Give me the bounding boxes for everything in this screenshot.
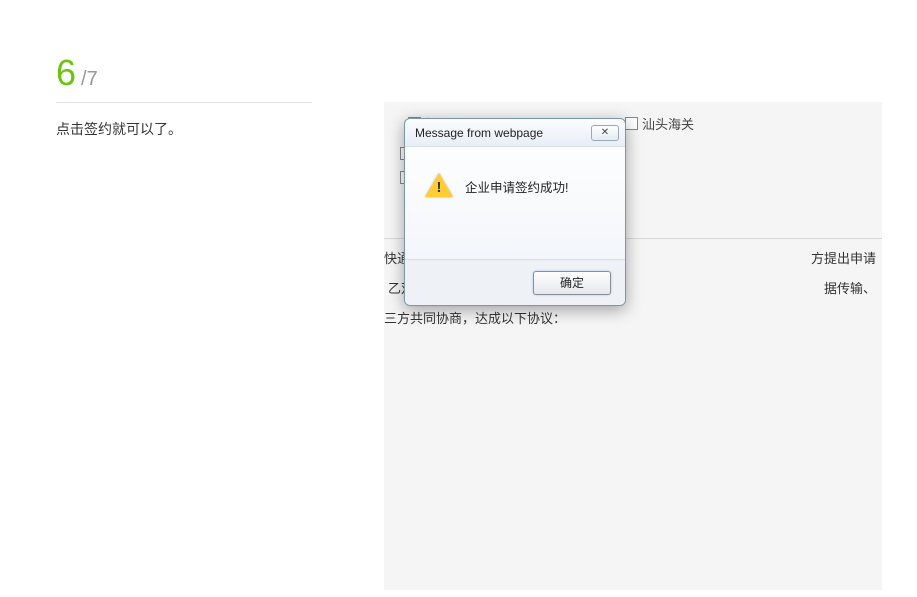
close-icon: ✕ [601,127,609,138]
ok-button[interactable]: 确定 [533,271,611,295]
bg-text-line3: 三方共同协商，达成以下协议： [384,308,566,327]
step-total-number: /7 [81,68,98,91]
bg-text-line1-right: 方提出申请 [811,248,876,267]
close-button[interactable]: ✕ [591,125,619,141]
step-caption: 点击签约就可以了。 [56,119,312,139]
dialog-titlebar[interactable]: Message from webpage ✕ [405,119,625,147]
embedded-screenshot: 拱北丝印 汕头海关 成 山 快通关 方提出申请 乙双方 据传输、 三方共同协商，… [384,102,882,590]
checkbox-item-2[interactable]: 汕头海关 [617,114,694,133]
dialog-title: Message from webpage [415,126,543,140]
bg-text-line2-right: 据传输、 [824,278,876,297]
step-panel: 6 /7 点击签约就可以了。 [56,52,312,139]
dialog-body: 企业申请签约成功! [405,147,625,209]
message-dialog: Message from webpage ✕ 企业申请签约成功! 确定 [404,118,626,306]
warning-icon [425,173,453,199]
checkbox-label: 汕头海关 [642,114,694,133]
dialog-message: 企业申请签约成功! [465,177,568,196]
dialog-footer: 确定 [405,259,625,305]
step-indicator: 6 /7 [56,52,312,94]
step-divider [56,102,312,103]
checkbox-icon [625,117,638,130]
step-current-number: 6 [56,52,75,94]
